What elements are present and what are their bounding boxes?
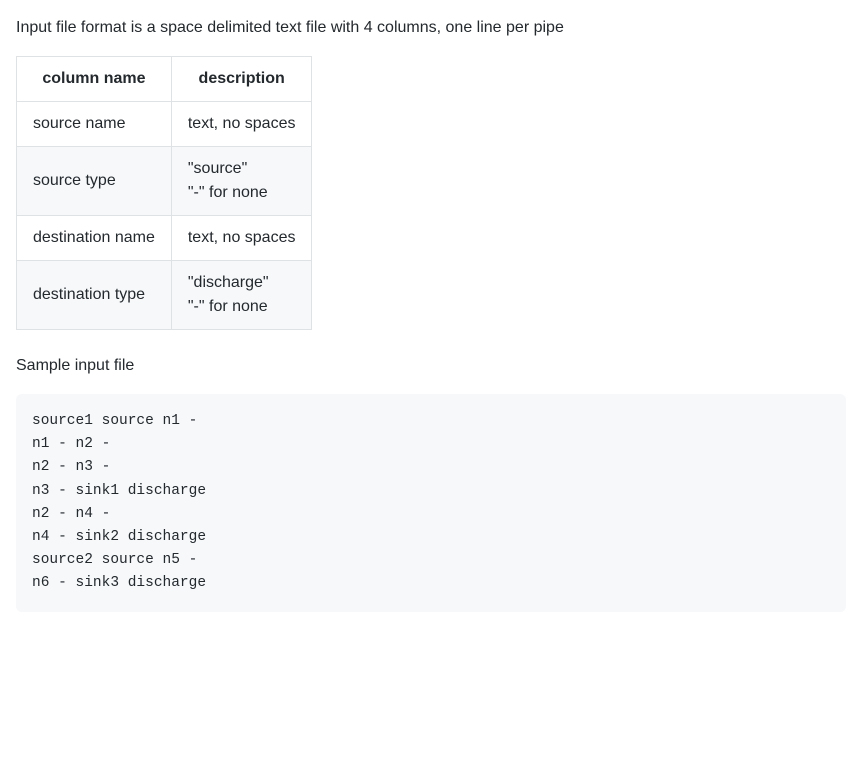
columns-table: column name description source name text… xyxy=(16,56,312,330)
table-row: destination name text, no spaces xyxy=(17,216,312,261)
desc-line: "source" xyxy=(188,157,296,181)
table-row: source type "source" "-" for none xyxy=(17,147,312,216)
cell-description: text, no spaces xyxy=(171,102,312,147)
cell-description: text, no spaces xyxy=(171,216,312,261)
desc-line: text, no spaces xyxy=(188,226,296,250)
sample-code-block: source1 source n1 - n1 - n2 - n2 - n3 - … xyxy=(16,394,846,612)
table-header-description: description xyxy=(171,57,312,102)
table-header-column-name: column name xyxy=(17,57,172,102)
cell-col-name: source name xyxy=(17,102,172,147)
sample-label: Sample input file xyxy=(16,354,846,378)
desc-line: "-" for none xyxy=(188,295,296,319)
desc-line: text, no spaces xyxy=(188,112,296,136)
desc-line: "-" for none xyxy=(188,181,296,205)
table-row: destination type "discharge" "-" for non… xyxy=(17,261,312,330)
cell-description: "discharge" "-" for none xyxy=(171,261,312,330)
table-row: source name text, no spaces xyxy=(17,102,312,147)
cell-col-name: source type xyxy=(17,147,172,216)
intro-paragraph: Input file format is a space delimited t… xyxy=(16,16,846,40)
desc-line: "discharge" xyxy=(188,271,296,295)
cell-description: "source" "-" for none xyxy=(171,147,312,216)
cell-col-name: destination name xyxy=(17,216,172,261)
cell-col-name: destination type xyxy=(17,261,172,330)
